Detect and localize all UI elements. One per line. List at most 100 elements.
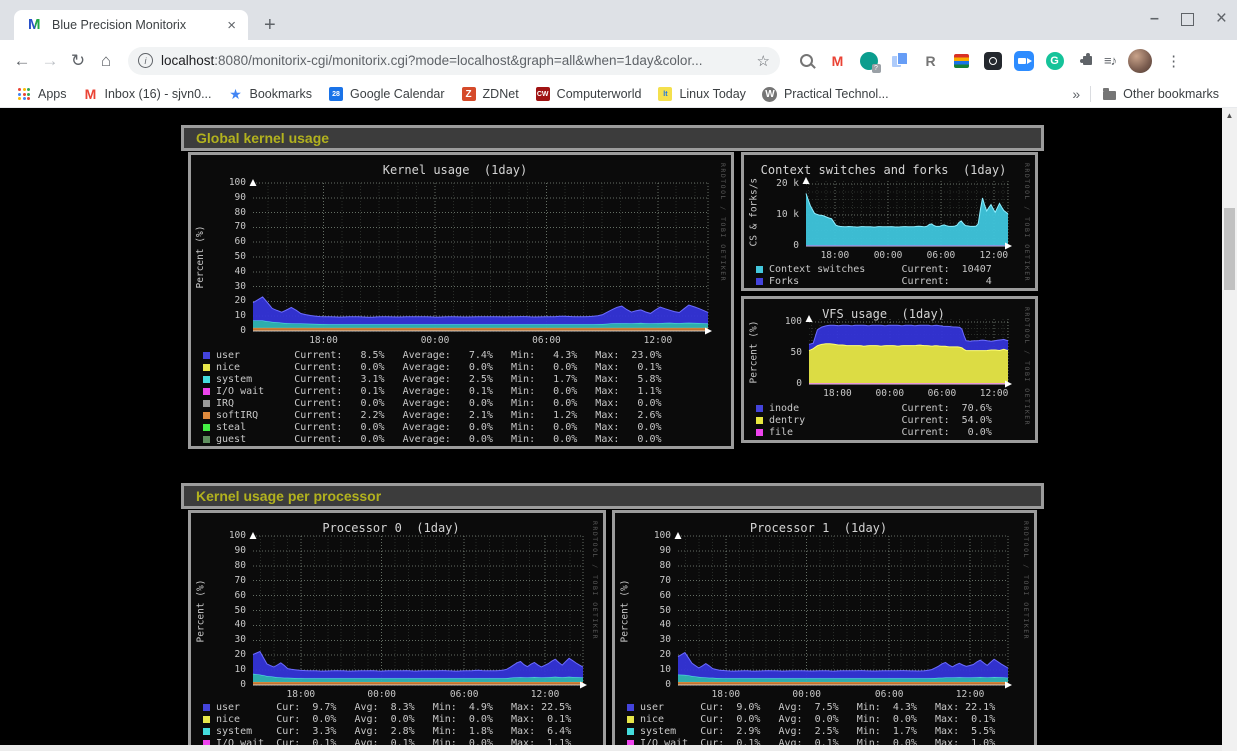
url-rest: :8080/monitorix-cgi/monitorix.cgi?mode=l… (214, 53, 702, 68)
close-button[interactable]: × (1216, 8, 1227, 30)
gmail-glyph: M (85, 86, 97, 102)
legend-text: system Cur: 3.3% Avg: 2.8% Min: 1.8% Max… (216, 726, 571, 737)
legend-text: steal Current: 0.0% Average: 0.0% Min: 0… (216, 422, 662, 433)
folder-icon (1101, 86, 1117, 102)
legend-text: guest Current: 0.0% Average: 0.0% Min: 0… (216, 434, 662, 445)
square-glyph: 28 (329, 87, 343, 101)
search-extension-icon[interactable] (796, 50, 817, 71)
r-extension-icon[interactable]: R (920, 50, 941, 71)
round-icon: W (762, 86, 778, 102)
back-button[interactable]: ← (8, 51, 36, 71)
kernel-usage-graph[interactable]: Kernel usage (1day)Percent (%)0102030405… (188, 152, 734, 449)
bookmarks-divider (1090, 86, 1091, 102)
IRQ-swatch-icon (203, 400, 210, 407)
profile-avatar[interactable] (1128, 49, 1152, 73)
bookmarks-list: Apps MInbox (16) - sjvn0... ★Bookmarks 28 Go… (0, 86, 889, 102)
maximize-button[interactable] (1181, 13, 1194, 26)
legend-row: system Current: 3.1% Average: 2.5% Min: … (203, 373, 662, 385)
legend-row: user Cur: 9.7% Avg: 8.3% Min: 4.9% Max: … (203, 701, 571, 713)
password-extension-icon[interactable] (982, 50, 1003, 71)
nice-swatch-icon (203, 364, 210, 371)
zoom-extension-icon[interactable] (1013, 50, 1034, 71)
grammarly-extension-icon[interactable]: G (1044, 50, 1065, 71)
I/O wait-swatch-icon (203, 388, 210, 395)
tab-close-icon[interactable]: × (223, 17, 240, 34)
guest-swatch-icon (203, 436, 210, 443)
titlebar: MM Blue Precision Monitorix × + – × (0, 0, 1237, 40)
legend-text: I/O wait Current: 0.1% Average: 0.1% Min… (216, 386, 662, 397)
bookmark-computerworld[interactable]: CWComputerworld (535, 86, 642, 102)
legend-text: user Current: 8.5% Average: 7.4% Min: 4.… (216, 350, 662, 361)
new-tab-button[interactable]: + (264, 12, 276, 38)
bookmark-linux-today[interactable]: ltLinux Today (657, 86, 746, 102)
bookmark-apps[interactable]: Apps (16, 86, 67, 102)
section-header: Global kernel usage (181, 125, 1044, 151)
menu-kebab-icon[interactable]: ⋮ (1166, 52, 1181, 70)
address-bar[interactable]: i localhost:8080/monitorix-cgi/monitorix… (128, 47, 780, 75)
legend-row: nice Cur: 0.0% Avg: 0.0% Min: 0.0% Max: … (203, 713, 571, 725)
legend-text: system Cur: 2.9% Avg: 2.5% Min: 1.7% Max… (640, 726, 995, 737)
Context switches-swatch-icon (756, 266, 763, 273)
legend-text: softIRQ Current: 2.2% Average: 2.1% Min:… (216, 410, 662, 421)
site-info-icon[interactable]: i (138, 53, 153, 68)
processor-0-graph[interactable]: Processor 0 (1day)Percent (%)01020304050… (188, 510, 606, 748)
rrdtool-watermark: RRDTOOL / TOBI OETIKER (1023, 163, 1031, 282)
page-scrollbar[interactable]: ▲ (1222, 108, 1237, 751)
gmail-extension-icon[interactable]: M (827, 50, 848, 71)
bookmark-google-calendar[interactable]: 28 Google Calendar (328, 86, 445, 102)
forward-button[interactable]: → (36, 51, 64, 71)
extensions-puzzle-icon[interactable] (1083, 56, 1092, 65)
tab-title: Blue Precision Monitorix (52, 18, 223, 32)
processor-1-graph[interactable]: Processor 1 (1day)Percent (%)01020304050… (612, 510, 1037, 748)
nice-swatch-icon (203, 716, 210, 723)
voice-glyph (860, 52, 878, 70)
home-button[interactable]: ⌂ (92, 51, 120, 71)
legend-row: system Cur: 3.3% Avg: 2.8% Min: 1.8% Max… (203, 725, 571, 737)
nice-swatch-icon (627, 716, 634, 723)
url-text[interactable]: localhost:8080/monitorix-cgi/monitorix.c… (161, 53, 751, 68)
letter-glyph: R (925, 53, 935, 69)
browser-tab[interactable]: MM Blue Precision Monitorix × (14, 10, 248, 40)
scrollbar-thumb[interactable] (1224, 208, 1235, 290)
other-bookmarks-button[interactable]: Other bookmarks (1101, 86, 1219, 102)
bookmarks-overflow-icon[interactable]: » (1072, 86, 1080, 102)
reload-button[interactable]: ↻ (64, 51, 92, 71)
steal-swatch-icon (203, 424, 210, 431)
bookmark-star-icon[interactable]: ☆ (757, 52, 770, 70)
legend-row: dentry Current: 54.0% (756, 414, 992, 426)
bookmark-zdnet[interactable]: ZZDNet (461, 86, 519, 102)
window-controls: – × (1150, 8, 1227, 30)
bookmarks-bar: Apps MInbox (16) - sjvn0... ★Bookmarks 28 Go… (0, 81, 1237, 108)
context-switches-graph[interactable]: Context switches and forks (1day)CS & fo… (741, 152, 1038, 291)
bookmark-label: Bookmarks (250, 87, 313, 101)
square-icon: CW (535, 86, 551, 102)
vfs-usage-graph[interactable]: VFS usage (1day)Percent (%)05010018:0000… (741, 296, 1038, 443)
minimize-button[interactable]: – (1150, 10, 1159, 28)
scrollbar-up-icon[interactable]: ▲ (1222, 111, 1237, 120)
password-glyph (984, 52, 1002, 70)
section-title: Global kernel usage (184, 130, 329, 146)
rrdtool-watermark: RRDTOOL / TOBI OETIKER (1023, 307, 1031, 426)
bookmark-inbox[interactable]: MInbox (16) - sjvn0... (83, 86, 212, 102)
rrdtool-watermark: RRDTOOL / TOBI OETIKER (1022, 521, 1030, 640)
playlist-icon[interactable]: ≡♪ (1104, 53, 1116, 68)
copy-extension-icon[interactable] (889, 50, 910, 71)
browser-window: MM Blue Precision Monitorix × + – × ← → … (0, 0, 1237, 751)
section-title: Kernel usage per processor (184, 488, 381, 504)
voice-extension-icon[interactable] (858, 50, 879, 71)
search-glyph (800, 54, 813, 67)
section-header: Kernel usage per processor (181, 483, 1044, 509)
legend-text: dentry Current: 54.0% (769, 415, 992, 426)
softIRQ-swatch-icon (203, 412, 210, 419)
bookmark-practical-technology[interactable]: WPractical Technol... (762, 86, 889, 102)
legend-row: I/O wait Current: 0.1% Average: 0.1% Min… (203, 385, 662, 397)
legend-row: guest Current: 0.0% Average: 0.0% Min: 0… (203, 433, 662, 445)
section-global-kernel-usage: Global kernel usage Kernel usage (1day)P… (181, 121, 1044, 456)
bookmark-label: Google Calendar (350, 87, 445, 101)
url-host: localhost (161, 53, 214, 68)
bookmark-bookmarks[interactable]: ★Bookmarks (228, 86, 313, 102)
user-swatch-icon (203, 352, 210, 359)
legend-row: Context switches Current: 10407 (756, 263, 992, 275)
books-extension-icon[interactable] (951, 50, 972, 71)
user-swatch-icon (203, 704, 210, 711)
